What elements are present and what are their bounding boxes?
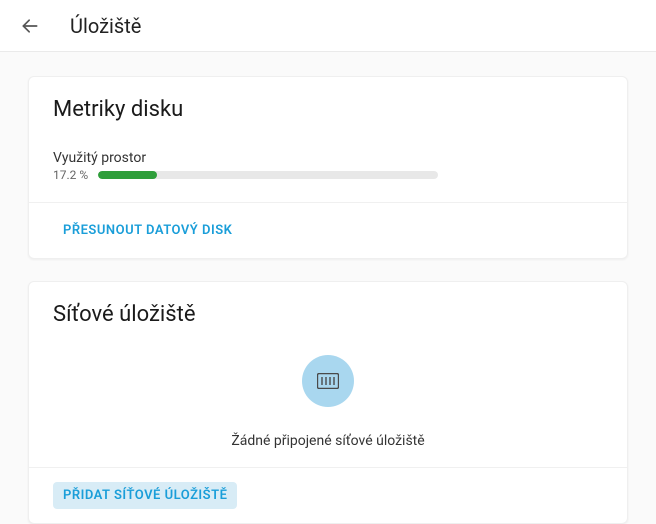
network-storage-icon-circle (302, 355, 354, 407)
network-storage-empty-text: Žádné připojené síťové úložiště (231, 433, 424, 449)
network-storage-body: Síťové úložiště Žádné připojené síťové ú… (29, 282, 627, 467)
disk-metrics-card: Metriky disku Využitý prostor 17.2 % Pře… (28, 76, 628, 259)
page-title: Úložiště (70, 14, 141, 38)
network-storage-card: Síťové úložiště Žádné připojené síťové ú… (28, 281, 628, 524)
used-space-percent: 17.2 % (53, 168, 88, 182)
page-header: Úložiště (0, 0, 656, 52)
used-space-progress-fill (98, 171, 156, 179)
disk-metrics-actions: Přesunout datový disk (29, 202, 627, 258)
network-storage-actions: Přidat síťové úložiště (29, 467, 627, 523)
back-button[interactable] (16, 12, 44, 40)
add-network-storage-button[interactable]: Přidat síťové úložiště (53, 482, 237, 509)
disk-metrics-title: Metriky disku (53, 97, 603, 122)
move-data-disk-button[interactable]: Přesunout datový disk (53, 217, 242, 244)
network-storage-empty: Žádné připojené síťové úložiště (53, 341, 603, 459)
used-space-label: Využitý prostor (53, 150, 603, 166)
disk-metrics-body: Metriky disku Využitý prostor 17.2 % (29, 77, 627, 202)
network-storage-title: Síťové úložiště (53, 302, 603, 327)
used-space-row: 17.2 % (53, 168, 603, 182)
page-content: Metriky disku Využitý prostor 17.2 % Pře… (0, 52, 656, 524)
arrow-left-icon (20, 16, 40, 36)
used-space-progress (98, 171, 438, 179)
nas-icon (317, 373, 339, 389)
